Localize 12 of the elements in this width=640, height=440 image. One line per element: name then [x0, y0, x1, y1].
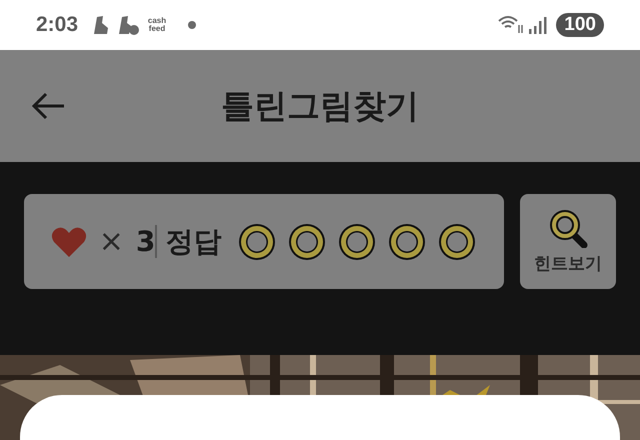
- answers-label: 정답: [165, 224, 222, 260]
- battery-level: 100: [556, 13, 604, 37]
- page-title: 틀린그림찾기: [221, 86, 419, 124]
- signal-icon: [528, 16, 548, 34]
- lives-count: 3: [136, 225, 158, 258]
- heart-icon: [50, 226, 87, 258]
- hint-button[interactable]: 힌트보기: [520, 194, 616, 289]
- notification-logo: cash feed: [146, 17, 168, 33]
- clock: 2:03: [36, 13, 78, 37]
- dot-icon: [188, 21, 196, 29]
- wifi-icon: [498, 15, 524, 35]
- times-sign: ×: [98, 224, 124, 259]
